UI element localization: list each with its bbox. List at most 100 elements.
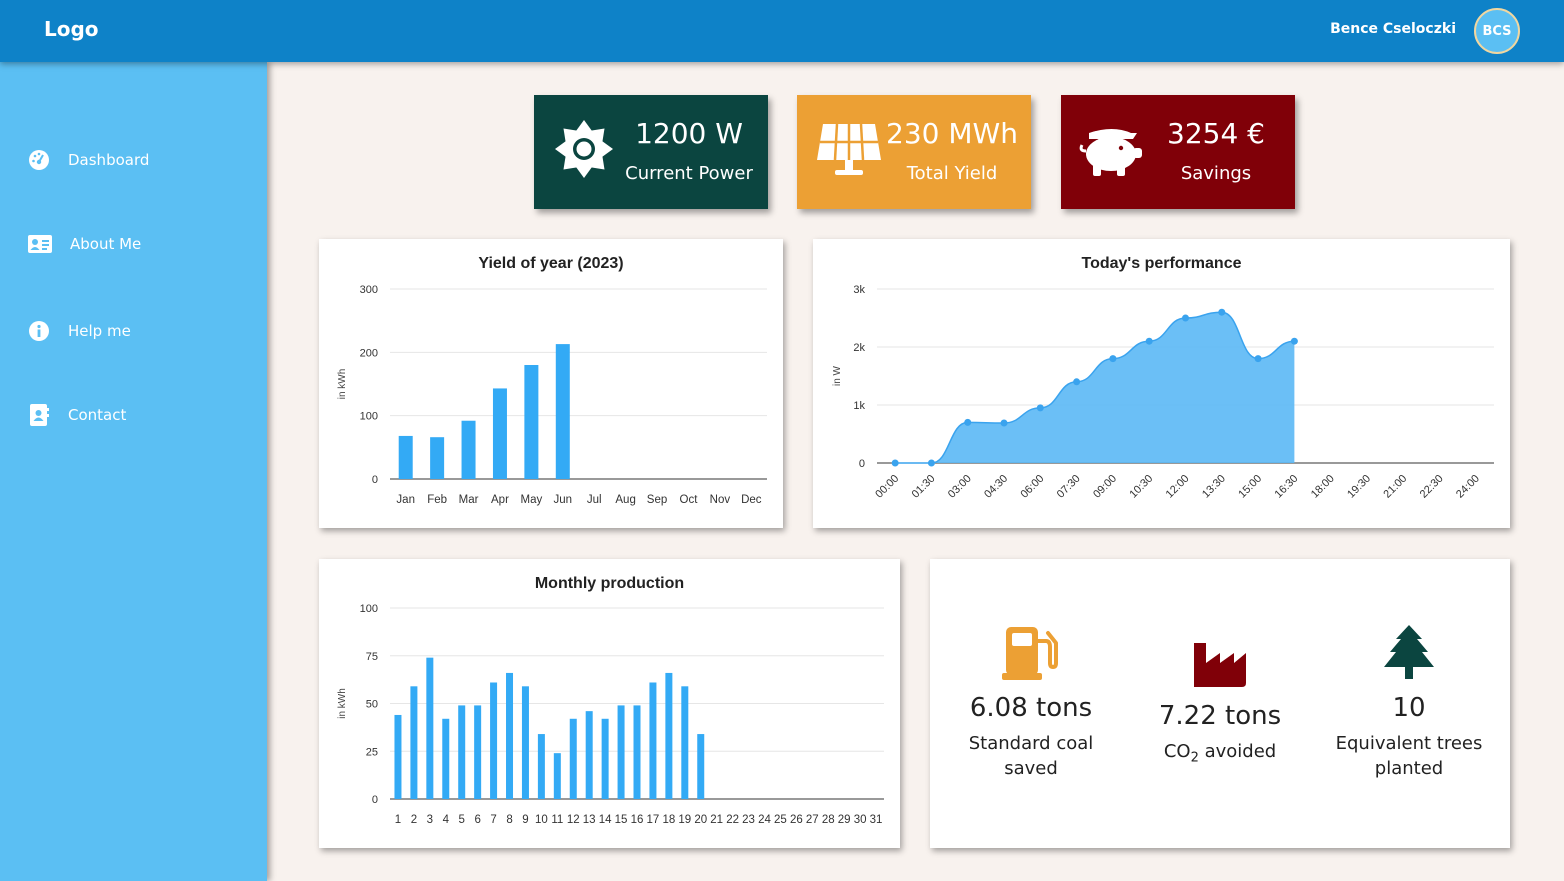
y-tick-label: 100 — [360, 411, 378, 423]
x-tick-label: 13:30 — [1200, 473, 1228, 501]
bar — [394, 714, 402, 799]
x-tick-label: 11 — [551, 814, 563, 826]
data-point — [1218, 308, 1226, 316]
x-tick-label: 21:00 — [1381, 473, 1409, 501]
stat-card-total-yield: 230 MWh Total Yield — [797, 95, 1031, 209]
y-axis-label: in kWh — [337, 369, 348, 400]
user-name[interactable]: Bence Cseloczki — [1330, 21, 1456, 37]
y-tick-label: 200 — [360, 347, 378, 359]
data-point — [1109, 355, 1117, 363]
data-point — [1182, 314, 1189, 322]
impact-trees: 10 Equivalent trees planted — [1328, 625, 1490, 781]
sidebar-item-label: Dashboard — [68, 151, 150, 169]
x-tick-label: 18:00 — [1309, 473, 1337, 501]
y-tick-label: 1k — [853, 400, 865, 412]
data-point — [964, 418, 972, 426]
x-tick-label: 6 — [474, 814, 480, 826]
x-tick-label: 00:00 — [873, 473, 901, 501]
x-tick-label: 29 — [838, 814, 851, 826]
monthly-production-card: Monthly production 0 25 50 75 100 in kWh 1 2 3 4 5… — [319, 559, 900, 848]
sidebar-item-contact[interactable]: Contact — [28, 404, 126, 426]
bar — [555, 344, 570, 479]
fuel-pump-icon — [1002, 627, 1058, 680]
x-tick-label: Jan — [396, 494, 415, 506]
tree-icon — [1384, 625, 1434, 679]
bar — [490, 682, 498, 799]
data-point — [1145, 337, 1153, 345]
x-tick-label: 19 — [678, 814, 691, 826]
x-tick-label: 5 — [459, 814, 465, 826]
yield-of-year-chart: 0 100 200 300 in kWh Jan Feb Mar Apr May Jun Jul Aug… — [337, 284, 767, 506]
bar — [521, 686, 529, 799]
x-tick-label: 22 — [726, 814, 739, 826]
x-tick-label: 18 — [662, 814, 675, 826]
logo[interactable]: Logo — [44, 17, 99, 41]
x-tick-label: 25 — [774, 814, 787, 826]
data-point — [1036, 404, 1044, 412]
info-icon — [29, 321, 49, 341]
y-tick-label: 3k — [853, 284, 865, 296]
x-tick-label: 30 — [854, 814, 867, 826]
sidebar-item-help-me[interactable]: Help me — [28, 320, 131, 342]
x-tick-label: Oct — [680, 494, 699, 506]
y-tick-label: 100 — [360, 603, 378, 615]
sidebar: Dashboard About Me Help me Contact — [0, 62, 267, 881]
y-tick-label: 75 — [366, 651, 378, 663]
x-tick-label: 15:00 — [1236, 473, 1264, 501]
x-tick-label: 17 — [647, 814, 660, 826]
x-tick-label: Nov — [710, 494, 731, 506]
gauge-icon — [29, 150, 49, 170]
bar — [426, 657, 434, 799]
sidebar-item-label: About Me — [70, 235, 142, 253]
x-tick-label: 16:30 — [1273, 473, 1301, 501]
x-tick-label: Sep — [647, 494, 667, 506]
bar — [537, 734, 545, 799]
x-tick-label: 10 — [535, 814, 548, 826]
stat-card-current-power: 1200 W Current Power — [534, 95, 768, 209]
y-tick-label: 0 — [372, 794, 378, 806]
bar — [430, 437, 445, 479]
bar — [585, 711, 593, 799]
x-tick-label: 15 — [615, 814, 628, 826]
sidebar-item-label: Contact — [68, 406, 127, 424]
piggy-bank-icon — [1079, 129, 1142, 176]
sidebar-item-label: Help me — [68, 322, 131, 340]
trees-planted-label: Equivalent trees planted — [1335, 733, 1483, 779]
todays-performance-card: Today's performance 0 1k 2k 3k in W 00:00 01:3… — [813, 239, 1510, 528]
bar — [461, 420, 476, 479]
x-tick-label: 9 — [522, 814, 528, 826]
x-tick-label: Mar — [459, 494, 479, 506]
y-axis-label: in W — [832, 365, 843, 386]
x-tick-label: 12:00 — [1164, 473, 1192, 501]
bar — [617, 705, 625, 799]
savings-value: 3254 € — [1167, 117, 1265, 150]
factory-icon — [1194, 643, 1246, 687]
data-point — [891, 459, 899, 467]
x-tick-label: 7 — [490, 814, 496, 826]
x-tick-label: 8 — [506, 814, 512, 826]
sidebar-item-about-me[interactable]: About Me — [28, 235, 141, 253]
trees-planted-value: 10 — [1392, 693, 1426, 723]
sidebar-item-dashboard[interactable]: Dashboard — [28, 149, 149, 171]
x-tick-label: 06:00 — [1018, 473, 1046, 501]
x-tick-label: 27 — [806, 814, 819, 826]
x-tick-label: 12 — [567, 814, 580, 826]
data-point — [927, 459, 935, 467]
x-tick-label: 21 — [710, 814, 723, 826]
bar — [601, 718, 609, 799]
total-yield-label: Total Yield — [906, 163, 998, 184]
y-tick-label: 50 — [366, 699, 378, 711]
x-tick-label: Aug — [615, 494, 635, 506]
co2-avoided-value: 7.22 tons — [1158, 701, 1282, 731]
avatar[interactable]: BCS — [1474, 8, 1520, 54]
x-tick-label: 23 — [742, 814, 755, 826]
x-tick-label: 16 — [631, 814, 644, 826]
id-card-icon — [28, 235, 52, 253]
bar — [553, 753, 561, 799]
stat-card-savings: 3254 € Savings — [1061, 95, 1295, 209]
bar — [410, 686, 418, 799]
data-point — [1000, 419, 1008, 427]
bar — [681, 686, 689, 799]
bar — [492, 388, 507, 479]
bar — [398, 435, 413, 479]
